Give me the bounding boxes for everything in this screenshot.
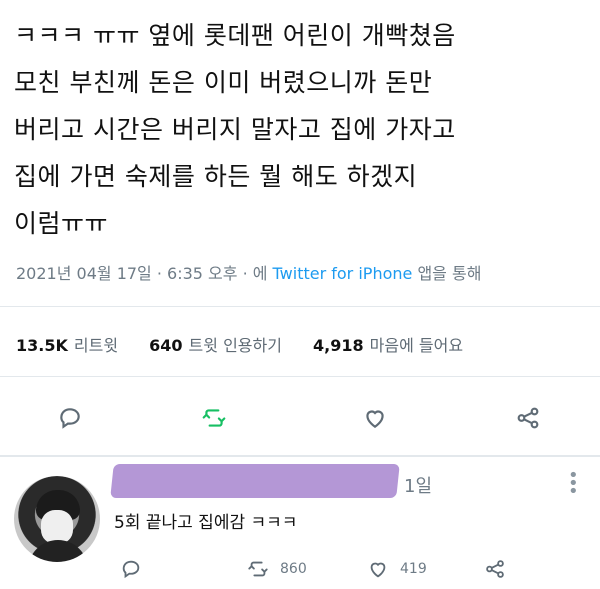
share-icon bbox=[486, 560, 504, 578]
more-options-icon[interactable]: • • • bbox=[568, 467, 579, 501]
retweet-count[interactable]: 13.5K bbox=[16, 336, 68, 355]
divider bbox=[0, 376, 600, 377]
retweet-label[interactable]: 리트윗 bbox=[74, 336, 118, 355]
tweet-line: 이럼ㅠㅠ bbox=[14, 209, 109, 238]
reply-tweet[interactable]: 1일 • • • 5회 끝나고 집에감 ㅋㅋㅋ 860 419 bbox=[0, 458, 600, 589]
avatar[interactable] bbox=[14, 476, 100, 562]
tweet-line: 버리고 시간은 버리지 말자고 집에 가자고 bbox=[14, 115, 456, 144]
like-button[interactable] bbox=[355, 398, 395, 438]
reply-reply-button[interactable] bbox=[120, 554, 142, 584]
heart-icon bbox=[366, 410, 384, 428]
like-label[interactable]: 마음에 들어요 bbox=[370, 336, 463, 355]
reply-actions: 860 419 bbox=[0, 554, 600, 584]
tweet-meta: 2021년 04월 17일 · 6:35 오후 · 에 Twitter for … bbox=[16, 260, 481, 284]
reply-like-button[interactable]: 419 bbox=[366, 554, 427, 584]
comment-icon bbox=[122, 560, 140, 579]
quote-label[interactable]: 트윗 인용하기 bbox=[189, 336, 282, 355]
divider bbox=[0, 306, 600, 307]
redacted-username bbox=[110, 464, 400, 498]
retweet-icon bbox=[248, 561, 268, 577]
tweet-line: ㅋㅋㅋ ㅠㅠ 옆에 롯데팬 어린이 개빡쳤음 bbox=[14, 21, 456, 50]
tweet-actions bbox=[0, 398, 600, 438]
tweet-timestamp[interactable]: 2021년 04월 17일 · 6:35 오후 · 에 bbox=[16, 264, 273, 283]
retweet-button[interactable] bbox=[194, 398, 234, 438]
heart-icon bbox=[370, 562, 386, 578]
reply-share-button[interactable] bbox=[484, 554, 506, 584]
reply-like-count: 419 bbox=[400, 561, 427, 577]
reply-time: 1일 bbox=[404, 476, 433, 497]
divider bbox=[0, 455, 600, 457]
reply-text: 5회 끝나고 집에감 ㅋㅋㅋ bbox=[114, 513, 298, 533]
quote-count[interactable]: 640 bbox=[149, 336, 182, 355]
tweet-text: ㅋㅋㅋ ㅠㅠ 옆에 롯데팬 어린이 개빡쳤음 모친 부친께 돈은 이미 버렸으니… bbox=[14, 12, 586, 247]
tweet-stats: 13.5K 리트윗 640 트윗 인용하기 4,918 마음에 들어요 bbox=[16, 332, 489, 356]
reply-retweet-button[interactable]: 860 bbox=[246, 554, 307, 584]
tweet-source-suffix: 앱을 통해 bbox=[412, 264, 482, 283]
retweet-icon bbox=[202, 409, 226, 427]
reply-retweet-count: 860 bbox=[280, 561, 307, 577]
comment-icon bbox=[60, 408, 80, 429]
like-count[interactable]: 4,918 bbox=[313, 336, 364, 355]
tweet-source-link[interactable]: Twitter for iPhone bbox=[273, 264, 413, 283]
share-icon bbox=[517, 407, 539, 429]
tweet-line: 모친 부친께 돈은 이미 버렸으니까 돈만 bbox=[14, 68, 433, 97]
reply-button[interactable] bbox=[50, 398, 90, 438]
share-button[interactable] bbox=[508, 398, 548, 438]
tweet-line: 집에 가면 숙제를 하든 뭘 해도 하겠지 bbox=[14, 162, 418, 191]
